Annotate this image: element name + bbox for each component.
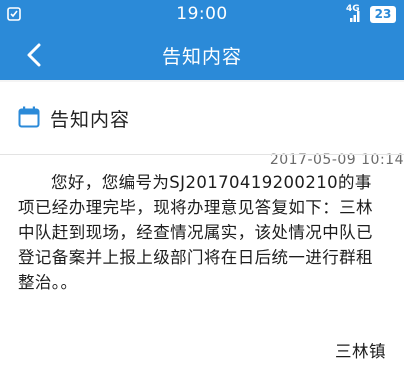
- notice-title: 告知内容: [50, 109, 131, 131]
- calendar-icon: [18, 106, 40, 128]
- notice-signature: 三林镇: [335, 342, 386, 361]
- status-bar: 19:00 4G 23: [0, 0, 404, 30]
- divider: [0, 154, 404, 155]
- page-title: 告知内容: [161, 46, 242, 68]
- notice-card: 告知内容 2017-05-09 10:14 您好，您编号为SJ201704192…: [0, 82, 404, 374]
- navigation-bar: 告知内容: [0, 30, 404, 80]
- battery-indicator: 23: [370, 6, 396, 23]
- notice-body: 您好，您编号为SJ20170419200210的事项已经办理完毕，现将办理意见答…: [18, 173, 373, 292]
- network-type-label: 4G: [346, 4, 360, 14]
